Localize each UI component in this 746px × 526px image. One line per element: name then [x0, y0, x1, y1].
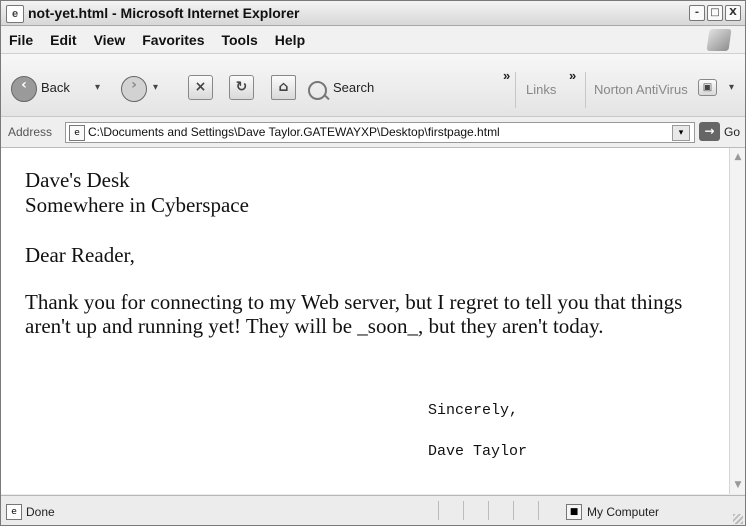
minimize-button[interactable]: - — [689, 5, 705, 21]
stop-icon[interactable]: × — [188, 75, 213, 100]
norton-icon[interactable]: ▣ — [698, 79, 717, 96]
ie-page-icon: e — [6, 5, 24, 23]
status-bar: e Done ■ My Computer — [1, 495, 745, 525]
forward-icon[interactable]: › — [121, 76, 147, 102]
page-content: Dave's Desk Somewhere in Cyberspace Dear… — [1, 148, 729, 494]
scroll-down-icon[interactable]: ▼ — [731, 478, 745, 492]
menu-bar: File Edit View Favorites Tools Help — [1, 26, 745, 54]
menu-favorites[interactable]: Favorites — [142, 32, 204, 48]
norton-dropdown-icon[interactable]: ▾ — [729, 82, 734, 93]
status-separator — [463, 501, 464, 520]
maximize-button[interactable]: □ — [707, 5, 723, 21]
standard-toolbar: ‹ Back ▾ › ▾ × ↻ ⌂ Search » Links » Nort… — [1, 54, 745, 117]
title-bar[interactable]: e not-yet.html - Microsoft Internet Expl… — [1, 1, 745, 26]
forward-dropdown-icon[interactable]: ▾ — [153, 82, 158, 93]
window-controls: - □ X — [689, 5, 741, 21]
status-page-icon: e — [6, 504, 22, 520]
menu-tools[interactable]: Tools — [221, 32, 257, 48]
norton-label[interactable]: Norton AntiVirus — [594, 82, 688, 97]
close-button[interactable]: X — [725, 5, 741, 21]
heading-line-2: Somewhere in Cyberspace — [25, 193, 249, 217]
more-left-chevron-icon[interactable]: » — [503, 68, 510, 83]
search-icon[interactable] — [308, 81, 327, 100]
go-label[interactable]: Go — [724, 125, 740, 139]
status-separator — [513, 501, 514, 520]
toolbar-separator — [585, 72, 586, 108]
menu-edit[interactable]: Edit — [50, 32, 76, 48]
resize-grip-icon[interactable] — [733, 514, 743, 524]
status-text: Done — [26, 505, 55, 519]
links-label[interactable]: Links — [526, 82, 556, 97]
zone-text: My Computer — [587, 505, 660, 519]
windows-flag-icon — [706, 29, 732, 51]
scroll-up-icon[interactable]: ▲ — [731, 150, 745, 164]
back-icon[interactable]: ‹ — [11, 76, 37, 102]
address-url[interactable]: C:\Documents and Settings\Dave Taylor.GA… — [88, 125, 500, 139]
menu-view[interactable]: View — [94, 32, 126, 48]
menu-file[interactable]: File — [9, 32, 33, 48]
menu-help[interactable]: Help — [275, 32, 305, 48]
menu-items: File Edit View Favorites Tools Help — [9, 32, 305, 48]
home-icon[interactable]: ⌂ — [271, 75, 296, 100]
address-field[interactable]: e C:\Documents and Settings\Dave Taylor.… — [65, 122, 695, 143]
status-separator — [488, 501, 489, 520]
vertical-scrollbar[interactable]: ▲ ▼ — [729, 148, 745, 494]
page-icon: e — [69, 125, 85, 141]
heading-line-1: Dave's Desk — [25, 168, 130, 192]
computer-zone-icon: ■ — [566, 504, 582, 520]
address-bar: Address e C:\Documents and Settings\Dave… — [1, 117, 745, 148]
more-right-chevron-icon[interactable]: » — [569, 68, 576, 83]
search-label[interactable]: Search — [333, 80, 374, 95]
go-icon[interactable]: → — [699, 122, 720, 141]
back-label[interactable]: Back — [41, 80, 70, 95]
greeting: Dear Reader, — [25, 243, 135, 267]
refresh-icon[interactable]: ↻ — [229, 75, 254, 100]
browser-window: e not-yet.html - Microsoft Internet Expl… — [0, 0, 746, 526]
signature: Dave Taylor — [428, 443, 528, 460]
address-dropdown-icon[interactable]: ▾ — [672, 125, 690, 141]
back-dropdown-icon[interactable]: ▾ — [95, 82, 100, 93]
address-label: Address — [8, 125, 53, 139]
status-separator — [538, 501, 539, 520]
closing: Sincerely, — [428, 402, 519, 419]
message-paragraph: Thank you for connecting to my Web serve… — [25, 290, 683, 338]
toolbar-separator — [515, 72, 516, 108]
status-separator — [438, 501, 439, 520]
window-title: not-yet.html - Microsoft Internet Explor… — [28, 5, 300, 21]
